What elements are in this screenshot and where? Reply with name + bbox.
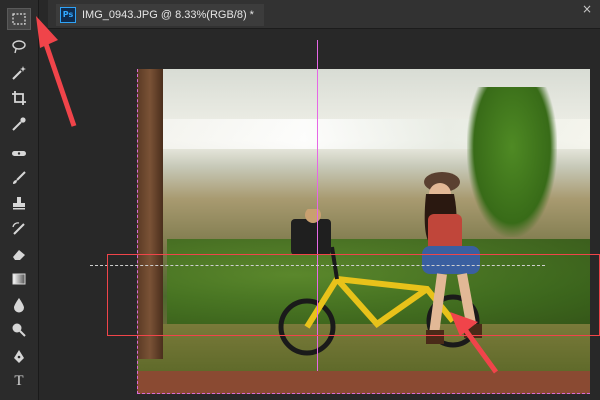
photoshop-logo-icon: Ps [60,7,76,23]
pen-icon[interactable] [7,346,31,368]
eraser-icon[interactable] [7,243,31,265]
magic-wand-icon[interactable] [7,62,31,84]
history-brush-icon[interactable] [7,218,31,240]
document-tab[interactable]: Ps IMG_0943.JPG @ 8.33%(RGB/8) * [56,4,264,26]
fill-band [137,371,590,394]
close-icon[interactable]: × [582,2,592,16]
healing-brush-icon[interactable] [7,142,31,164]
annotation-highlight-box [107,254,600,336]
document-title: IMG_0943.JPG @ 8.33%(RGB/8) * [82,9,254,21]
marquee-icon[interactable] [7,8,31,30]
dodge-icon[interactable] [7,319,31,341]
eyedropper-icon[interactable] [7,113,31,135]
photo-canvas[interactable] [137,69,590,394]
type-icon[interactable]: T [7,370,31,392]
tools-panel: T [0,0,39,400]
crop-icon[interactable] [7,87,31,109]
blur-drop-icon[interactable] [7,294,31,316]
lasso-icon[interactable] [7,36,31,58]
brush-icon[interactable] [7,167,31,189]
canvas-area[interactable] [48,29,600,400]
document-tab-bar: Ps IMG_0943.JPG @ 8.33%(RGB/8) * × [48,0,600,29]
gradient-icon[interactable] [7,268,31,290]
stamp-icon[interactable] [7,192,31,214]
